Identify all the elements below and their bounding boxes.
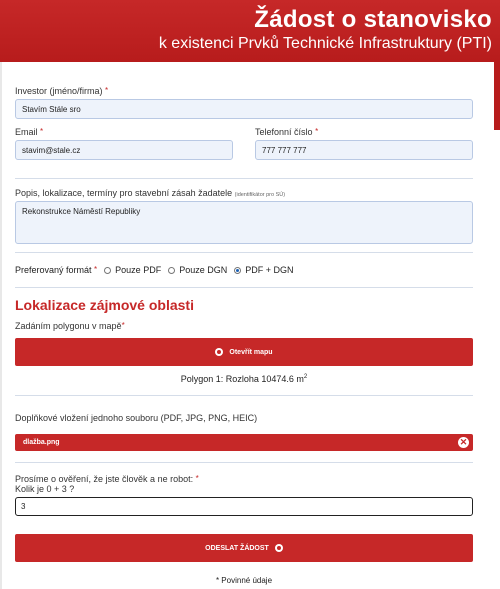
side-accent-bar: [494, 62, 500, 130]
email-group: Email * stavim@stale.cz: [15, 127, 233, 160]
uploaded-file: dlažba.png ✕: [15, 434, 473, 451]
open-map-label: Otevřít mapu: [229, 348, 273, 356]
radio-pdf-only[interactable]: [104, 266, 112, 274]
description-group: Popis, lokalizace, termíny pro stavební …: [15, 188, 473, 244]
remove-file-close-icon[interactable]: ✕: [458, 437, 469, 448]
divider: [15, 252, 473, 253]
submit-label: ODESLAT ŽÁDOST: [205, 544, 269, 552]
investor-input[interactable]: Stavím Stále sro: [15, 99, 473, 119]
page-header: Žádost o stanovisko k existenci Prvků Te…: [0, 0, 500, 62]
format-label: Preferovaný formát *: [15, 265, 98, 275]
captcha-input[interactable]: 3: [15, 497, 473, 516]
radio-dgn-only-label[interactable]: Pouze DGN: [179, 265, 227, 275]
captcha-group: Prosíme o ověření, že jste člověk a ne r…: [15, 474, 473, 494]
map-pin-icon: [215, 348, 224, 356]
upload-label: Doplňkové vložení jednoho souboru (PDF, …: [15, 413, 258, 423]
phone-group: Telefonní číslo * 777 777 777: [255, 127, 473, 160]
radio-pdf-dgn[interactable]: [234, 266, 242, 274]
uploaded-file-name: dlažba.png: [23, 439, 60, 446]
format-group: Preferovaný formát * Pouze PDF Pouze DGN…: [15, 265, 294, 275]
radio-pdf-only-label[interactable]: Pouze PDF: [115, 265, 161, 275]
location-section-title: Lokalizace zájmové oblasti: [15, 297, 194, 313]
page-subtitle: k existenci Prvků Technické Infrastruktu…: [158, 35, 492, 52]
page-title: Žádost o stanovisko: [254, 6, 492, 33]
open-map-button[interactable]: Otevřít mapu: [15, 338, 473, 366]
page-left-edge: [0, 62, 2, 589]
polygon-info: Polygon 1: Rozloha 10474.6 m2: [180, 374, 308, 384]
description-label: Popis, lokalizace, termíny pro stavební …: [15, 188, 286, 198]
phone-input[interactable]: 777 777 777: [255, 140, 473, 160]
email-input[interactable]: stavim@stale.cz: [15, 140, 233, 160]
submit-button[interactable]: ODESLAT ŽÁDOST: [15, 534, 473, 562]
polygon-label: Zadáním polygonu v mapě*: [15, 321, 125, 331]
email-label: Email *: [15, 127, 44, 137]
phone-label: Telefonní číslo *: [255, 127, 319, 137]
divider: [15, 462, 473, 463]
divider: [15, 287, 473, 288]
description-textarea[interactable]: Rekonstrukce Náměstí Republiky: [15, 201, 473, 244]
investor-group: Investor (jméno/firma) * Stavím Stále sr…: [15, 86, 473, 119]
radio-dgn-only[interactable]: [168, 266, 176, 274]
captcha-question: Kolik je 0 + 3 ?: [15, 484, 75, 494]
captcha-label: Prosíme o ověření, že jste člověk a ne r…: [15, 474, 199, 484]
investor-label: Investor (jméno/firma) *: [15, 86, 109, 96]
divider: [15, 178, 473, 179]
divider: [15, 395, 473, 396]
radio-pdf-dgn-label[interactable]: PDF + DGN: [245, 265, 293, 275]
required-footnote: * Povinné údaje: [215, 576, 273, 585]
submit-icon: [274, 544, 283, 552]
